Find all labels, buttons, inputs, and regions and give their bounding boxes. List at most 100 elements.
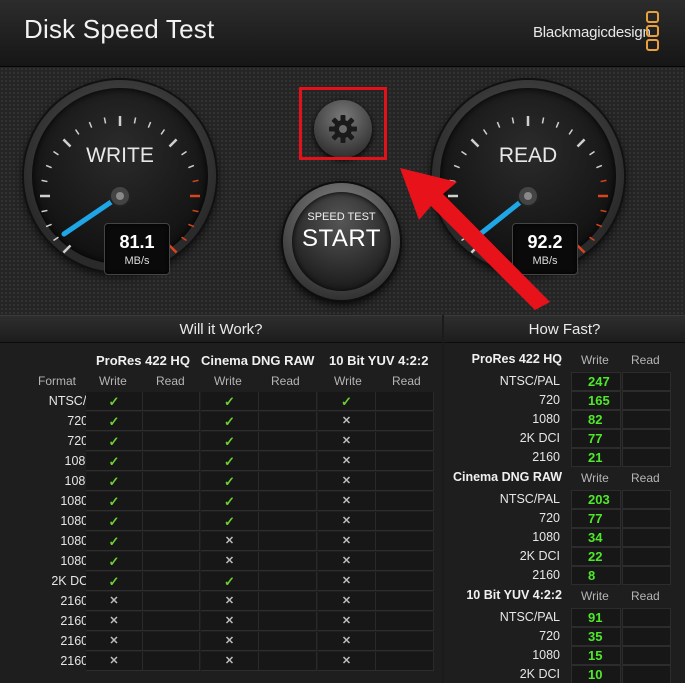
read-cell [376, 392, 434, 411]
read-cell [143, 452, 200, 471]
table-row: 1080 34 [444, 528, 685, 547]
cross-icon: ✕ [318, 532, 376, 551]
read-cell [143, 612, 200, 631]
read-speed-cell [622, 528, 671, 547]
gauge-tick [41, 209, 48, 213]
read-speed-cell [622, 566, 671, 585]
annotation-arrow-icon [400, 168, 550, 310]
will-it-work-header: Will it Work? [0, 315, 442, 343]
check-icon: ✓ [86, 532, 143, 551]
cross-icon: ✕ [201, 632, 259, 651]
write-speed-cell: 21 [571, 448, 621, 467]
read-cell [143, 412, 200, 431]
table-row: 1080p50 ✓ ✕ ✕ [0, 532, 442, 552]
write-gauge: WRITE 81.1 MB/s [24, 80, 216, 275]
gauge-tick [188, 223, 195, 228]
read-cell [376, 552, 434, 571]
read-cell [376, 452, 434, 471]
read-cell [259, 512, 317, 531]
table-row: 720p60✓✓✕ [0, 432, 442, 452]
cross-icon: ✕ [201, 532, 259, 551]
read-cell [143, 572, 200, 591]
check-icon: ✓ [86, 572, 143, 591]
table-row: 2K DCI 25 ✓ ✓ ✕ [0, 572, 442, 592]
cross-icon: ✕ [318, 652, 376, 671]
check-icon: ✓ [201, 392, 259, 411]
read-cell [143, 492, 200, 511]
gauge-tick [192, 179, 199, 183]
table-row: 720 77 [444, 509, 685, 528]
start-button[interactable]: SPEED TEST START [283, 183, 400, 300]
write-speed-cell: 10 [571, 665, 621, 683]
format-label: 2160 [532, 450, 560, 464]
read-cell [259, 532, 317, 551]
check-icon: ✓ [86, 472, 143, 491]
table-row: NTSC/PAL 91 [444, 608, 685, 627]
cross-icon: ✕ [86, 612, 143, 631]
read-speed-cell [622, 509, 671, 528]
write-speed-cell: 22 [571, 547, 621, 566]
gauge-tick [74, 129, 80, 135]
write-column-header: Write [214, 374, 242, 388]
gauge-tick [168, 244, 178, 254]
format-label: NTSC/PAL [499, 492, 560, 506]
table-row: 2K DCI 10 [444, 665, 685, 683]
read-cell [376, 572, 434, 591]
brand-name: Blackmagicdesign [533, 24, 651, 41]
table-row: 720 165 [444, 391, 685, 410]
start-button-caption: SPEED TEST [307, 211, 376, 223]
write-speed-cell: 8 [571, 566, 621, 585]
check-icon: ✓ [318, 392, 376, 411]
write-speed-cell: 82 [571, 410, 621, 429]
gauge-tick [482, 129, 488, 135]
table-row: NTSC/PAL 203 [444, 490, 685, 509]
how-fast-table: ProRes 422 HQ Write Read NTSC/PAL 247 720 165 1… [444, 343, 685, 683]
read-cell [143, 392, 200, 411]
check-icon: ✓ [86, 492, 143, 511]
read-cell [376, 432, 434, 451]
write-speed-cell: 15 [571, 646, 621, 665]
check-icon: ✓ [86, 452, 143, 471]
cross-icon: ✕ [318, 612, 376, 631]
cross-icon: ✕ [318, 592, 376, 611]
app-title: Disk Speed Test [24, 14, 215, 44]
write-column-header: Write [334, 374, 362, 388]
cross-icon: ✕ [318, 632, 376, 651]
read-speed-cell [622, 665, 671, 683]
gauge-tick [133, 117, 137, 124]
read-cell [143, 432, 200, 451]
format-label: 720 [539, 393, 560, 407]
format-column-header: Format [38, 374, 77, 388]
read-cell [376, 592, 434, 611]
table-row: NTSC/PAL 247 [444, 372, 685, 391]
format-label: NTSC/PAL [499, 374, 560, 388]
how-fast-group-header: 10 Bit YUV 4:2:2 [466, 588, 562, 602]
cross-icon: ✕ [86, 632, 143, 651]
how-fast-group-header: ProRes 422 HQ [471, 352, 562, 366]
write-speed-cell: 165 [571, 391, 621, 410]
read-cell [376, 492, 434, 511]
cross-icon: ✕ [86, 592, 143, 611]
read-cell [259, 632, 317, 651]
format-label: 2K DCI [519, 549, 560, 563]
table-row: 1080 82 [444, 410, 685, 429]
check-icon: ✓ [201, 512, 259, 531]
read-cell [376, 632, 434, 651]
read-cell [259, 392, 317, 411]
check-icon: ✓ [86, 412, 143, 431]
write-speed-cell: 203 [571, 490, 621, 509]
gauge-tick [511, 117, 515, 124]
format-label: 1080 [532, 412, 560, 426]
table-row: 2K DCI 77 [444, 429, 685, 448]
table-row: 2K DCI 22 [444, 547, 685, 566]
read-cell [143, 632, 200, 651]
write-speed-cell: 35 [571, 627, 621, 646]
table-row: 1080 15 [444, 646, 685, 665]
read-speed-cell [622, 448, 671, 467]
gauge-tick [45, 223, 52, 228]
write-speed-cell: 34 [571, 528, 621, 547]
format-label: 720 [539, 629, 560, 643]
how-fast-header: How Fast? [444, 315, 685, 343]
gauge-tick [576, 244, 586, 254]
check-icon: ✓ [201, 432, 259, 451]
